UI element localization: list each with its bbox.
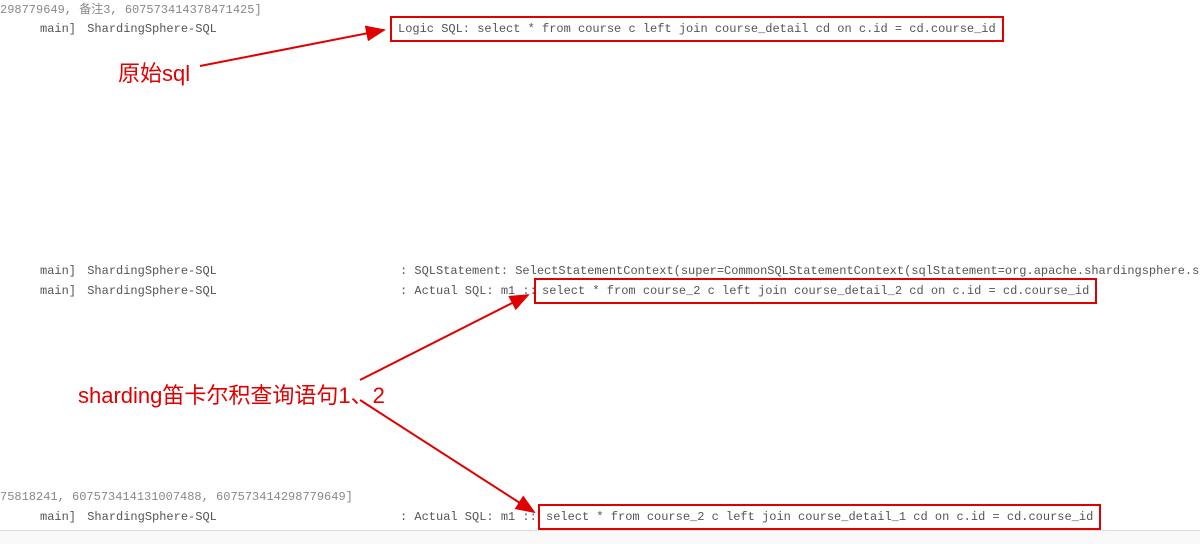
- thread-name: main]: [0, 510, 76, 524]
- log-line-actual-sql-2: main] ShardingSphere-SQL : Actual SQL: m…: [0, 510, 217, 524]
- log-text: 298779649, 备注3, 607573414378471425]: [0, 3, 262, 17]
- annotation-text: 原始sql: [118, 61, 190, 86]
- log-line-logic-sql: main] ShardingSphere-SQL: [0, 22, 217, 36]
- annotation-sharding-cartesian: sharding笛卡尔积查询语句1、2: [78, 378, 385, 410]
- logger-name: ShardingSphere-SQL: [83, 22, 217, 36]
- logger-name: ShardingSphere-SQL: [83, 264, 217, 278]
- log-prefix: :: [400, 264, 414, 278]
- thread-name: main]: [0, 264, 76, 278]
- editor-bottom-bar: [0, 530, 1200, 544]
- log-fragment-bottom: 75818241, 607573414131007488, 6075734142…: [0, 490, 353, 504]
- actual-sql-2-text: select * from course_2 c left join cours…: [546, 510, 1093, 524]
- actual-sql-2-box: select * from course_2 c left join cours…: [538, 504, 1101, 530]
- annotation-original-sql: 原始sql: [118, 56, 190, 88]
- actual-sql-1-text: select * from course_2 c left join cours…: [542, 284, 1089, 298]
- log-line-actual-sql-1: main] ShardingSphere-SQL : Actual SQL: m…: [0, 284, 217, 298]
- log-message: SQLStatement: SelectStatementContext(sup…: [414, 264, 1200, 278]
- logger-name: ShardingSphere-SQL: [83, 510, 217, 524]
- log-text: 75818241, 607573414131007488, 6075734142…: [0, 490, 353, 504]
- log-prefix: : Actual SQL: m1 ::: [400, 510, 537, 524]
- logic-sql-text: Logic SQL: select * from course c left j…: [398, 22, 996, 36]
- thread-name: main]: [0, 284, 76, 298]
- actual-sql-1-box: select * from course_2 c left join cours…: [534, 278, 1097, 304]
- log-line-sqlstatement: main] ShardingSphere-SQL : SQLStatement:…: [0, 264, 217, 278]
- arrow-to-logic-sql: [200, 30, 384, 66]
- log-prefix: : Actual SQL: m1 ::: [400, 284, 537, 298]
- log-fragment-top: 298779649, 备注3, 607573414378471425]: [0, 0, 262, 17]
- arrow-to-actual-sql-2: [360, 400, 534, 512]
- annotation-text: sharding笛卡尔积查询语句1、2: [78, 383, 385, 408]
- arrow-to-actual-sql-1: [360, 295, 528, 380]
- thread-name: main]: [0, 22, 76, 36]
- logic-sql-box: Logic SQL: select * from course c left j…: [390, 16, 1004, 42]
- logger-name: ShardingSphere-SQL: [83, 284, 217, 298]
